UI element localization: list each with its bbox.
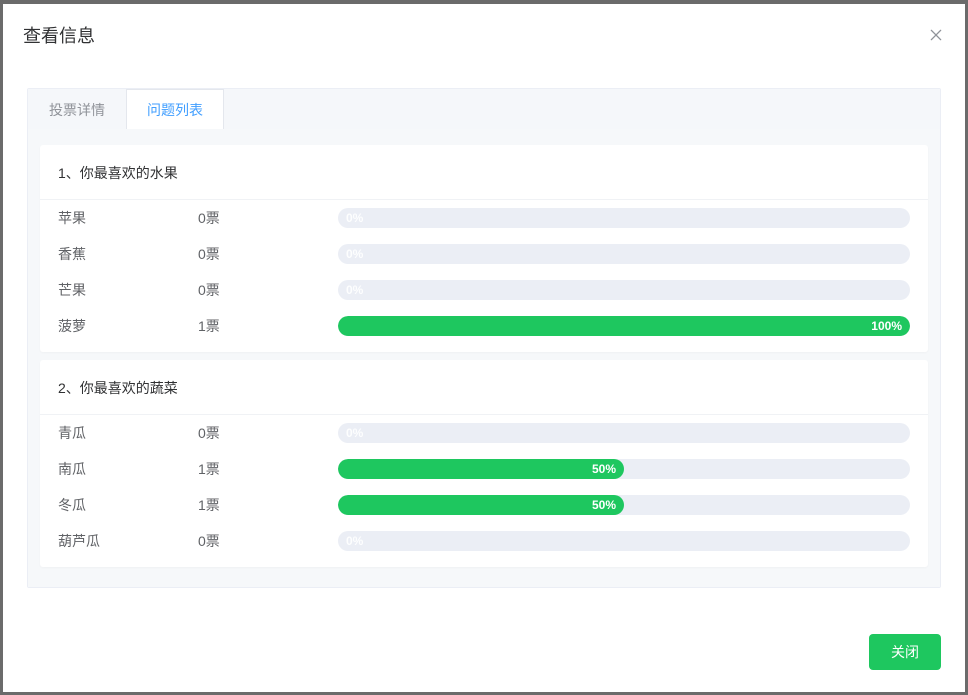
progress-fill: 50% — [338, 495, 624, 515]
question-title: 2、你最喜欢的蔬菜 — [40, 360, 928, 415]
option-row: 冬瓜1票 50% — [40, 487, 928, 523]
tab-details[interactable]: 投票详情 — [28, 89, 126, 129]
question-title-text: 你最喜欢的蔬菜 — [80, 380, 178, 396]
content-card: 投票详情问题列表 1、你最喜欢的水果苹果0票0%香蕉0票0%芒果0票0%菠萝1票… — [27, 88, 941, 588]
close-icon[interactable] — [927, 26, 945, 44]
option-name: 苹果 — [58, 208, 198, 228]
progress-fill: 50% — [338, 459, 624, 479]
option-name: 葫芦瓜 — [58, 531, 198, 551]
dialog-footer: 关闭 — [3, 614, 965, 692]
progress-label: 0% — [346, 208, 363, 228]
option-row: 芒果0票 0% — [40, 272, 928, 308]
option-count: 0票 — [198, 280, 338, 300]
option-count: 1票 — [198, 316, 338, 336]
progress-track: 0% — [338, 423, 910, 443]
progress-track: 100% — [338, 316, 910, 336]
info-dialog: 查看信息 投票详情问题列表 1、你最喜欢的水果苹果0票0%香蕉0票0%芒果0票0… — [3, 4, 965, 692]
progress-track: 50% — [338, 459, 910, 479]
progress-label: 50% — [584, 462, 624, 476]
progress-track: 50% — [338, 495, 910, 515]
option-count: 0票 — [198, 531, 338, 551]
progress-track: 0% — [338, 244, 910, 264]
progress-label: 100% — [863, 319, 910, 333]
option-row: 苹果0票 0% — [40, 200, 928, 236]
progress-label: 0% — [346, 280, 363, 300]
progress-fill: 100% — [338, 316, 910, 336]
option-name: 芒果 — [58, 280, 198, 300]
option-name: 青瓜 — [58, 423, 198, 443]
progress-label: 0% — [346, 423, 363, 443]
progress-label: 0% — [346, 244, 363, 264]
option-row: 香蕉0票 0% — [40, 236, 928, 272]
question-index: 2、 — [58, 380, 80, 396]
option-name: 菠萝 — [58, 316, 198, 336]
close-button[interactable]: 关闭 — [869, 634, 941, 670]
option-count: 0票 — [198, 244, 338, 264]
question-index: 1、 — [58, 165, 80, 181]
progress-track: 0% — [338, 208, 910, 228]
option-name: 香蕉 — [58, 244, 198, 264]
option-row: 菠萝1票 100% — [40, 308, 928, 344]
dialog-body: 投票详情问题列表 1、你最喜欢的水果苹果0票0%香蕉0票0%芒果0票0%菠萝1票… — [3, 64, 965, 614]
tabs-header: 投票详情问题列表 — [28, 89, 940, 129]
option-count: 0票 — [198, 423, 338, 443]
option-row: 葫芦瓜0票 0% — [40, 523, 928, 559]
dialog-title: 查看信息 — [23, 22, 95, 48]
tab-questions[interactable]: 问题列表 — [126, 89, 224, 129]
option-count: 1票 — [198, 459, 338, 479]
option-count: 0票 — [198, 208, 338, 228]
progress-label: 50% — [584, 498, 624, 512]
option-name: 冬瓜 — [58, 495, 198, 515]
option-name: 南瓜 — [58, 459, 198, 479]
option-row: 青瓜0票 0% — [40, 415, 928, 451]
progress-track: 0% — [338, 280, 910, 300]
question-block: 2、你最喜欢的蔬菜青瓜0票0%南瓜1票50%冬瓜1票50%葫芦瓜0票0% — [40, 360, 928, 567]
modal-backdrop: 查看信息 投票详情问题列表 1、你最喜欢的水果苹果0票0%香蕉0票0%芒果0票0… — [0, 0, 968, 695]
option-count: 1票 — [198, 495, 338, 515]
progress-track: 0% — [338, 531, 910, 551]
question-block: 1、你最喜欢的水果苹果0票0%香蕉0票0%芒果0票0%菠萝1票100% — [40, 145, 928, 352]
option-row: 南瓜1票 50% — [40, 451, 928, 487]
question-title: 1、你最喜欢的水果 — [40, 145, 928, 200]
progress-label: 0% — [346, 531, 363, 551]
question-title-text: 你最喜欢的水果 — [80, 165, 178, 181]
dialog-header: 查看信息 — [3, 4, 965, 64]
tabs-content: 1、你最喜欢的水果苹果0票0%香蕉0票0%芒果0票0%菠萝1票100%2、你最喜… — [28, 129, 940, 587]
